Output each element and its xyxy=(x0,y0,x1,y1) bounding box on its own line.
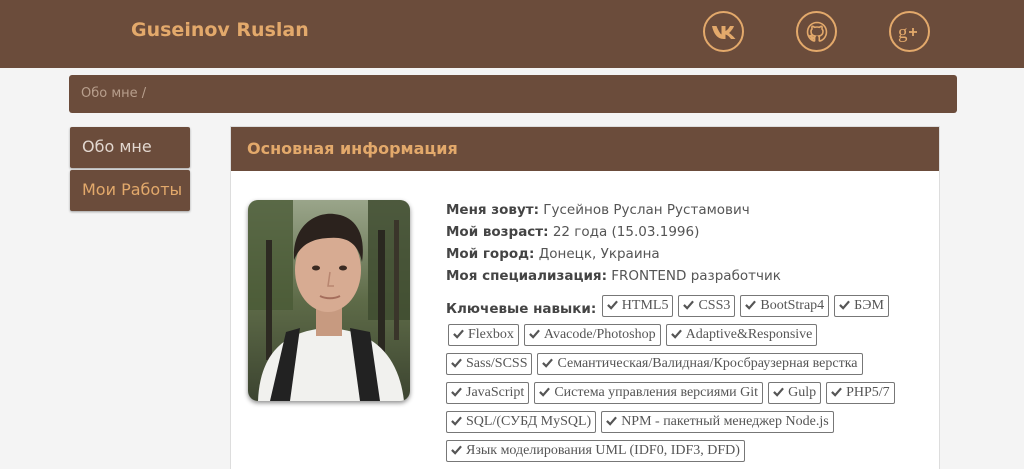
skill-label: Flexbox xyxy=(468,327,514,342)
skill-label: Sass/SCSS xyxy=(466,356,528,371)
skill-tag: Язык моделирования UML (IDF0, IDF3, DFD) xyxy=(446,440,745,462)
skill-tag: CSS3 xyxy=(678,295,736,317)
check-icon xyxy=(839,300,851,310)
skill-tag: Система управления версиями Git xyxy=(534,382,764,404)
check-icon xyxy=(529,329,540,339)
info-label: Мой возраст: xyxy=(446,224,549,240)
skill-label: NPM - пакетный менеджер Node.js xyxy=(621,414,829,429)
info-value: FRONTEND разработчик xyxy=(606,268,781,284)
skill-tag: HTML5 xyxy=(601,295,674,317)
github-icon xyxy=(806,21,827,42)
skill-label: BootStrap4 xyxy=(760,298,825,313)
info-value: 22 года (15.03.1996) xyxy=(548,224,700,240)
skill-label: Adaptive&Responsive xyxy=(685,327,813,342)
vk-icon xyxy=(711,25,735,39)
skill-label: HTML5 xyxy=(621,298,669,313)
check-icon xyxy=(451,416,462,426)
info-row-city: Мой город: Донецк, Украина xyxy=(446,243,936,265)
info-label: Моя специализация: xyxy=(446,268,607,284)
info-value: Гусейнов Руслан Рустамович xyxy=(538,202,750,218)
personal-info: Меня зовут: Гусейнов Руслан Рустамович М… xyxy=(446,199,936,469)
skill-label: Система управления версиями Git xyxy=(554,385,759,400)
skill-tag: Avacode/Photoshop xyxy=(523,324,661,346)
skill-tag: Gulp xyxy=(768,382,822,404)
check-icon xyxy=(451,445,462,455)
top-navbar: Guseinov Ruslan g xyxy=(0,0,1024,68)
info-row-age: Мой возраст: 22 года (15.03.1996) xyxy=(446,221,936,243)
sidebar-item-works[interactable]: Мои Работы xyxy=(70,170,190,211)
breadcrumb[interactable]: Обо мне / xyxy=(69,75,957,113)
skill-label: Семантическая/Валидная/Кросбраузерная ве… xyxy=(557,356,858,371)
check-icon xyxy=(745,300,757,310)
main-info-panel: Основная информация Меня зовут: Гусейнов… xyxy=(230,126,940,469)
check-icon xyxy=(451,358,462,368)
check-icon xyxy=(831,387,842,397)
skills-label: Ключевые навыки: xyxy=(446,301,597,317)
check-icon xyxy=(683,300,695,310)
skill-tag: PHP5/7 xyxy=(826,382,895,404)
check-icon xyxy=(453,329,464,339)
check-icon xyxy=(606,416,618,426)
skill-label: CSS3 xyxy=(698,298,731,313)
skill-label: SQL/(СУБД MySQL) xyxy=(466,414,592,429)
skills-tags: Flexbox Avacode/Photoshop Adaptive&Respons… xyxy=(446,324,900,462)
check-icon xyxy=(451,387,462,397)
panel-title: Основная информация xyxy=(231,127,939,171)
skill-label: БЭМ xyxy=(854,298,884,313)
skill-tag: БЭМ xyxy=(834,295,889,317)
skill-label: Gulp xyxy=(788,385,817,400)
check-icon xyxy=(542,358,554,368)
google-plus-icon: g xyxy=(898,22,917,43)
skill-tag: Sass/SCSS xyxy=(446,353,533,375)
skill-label: JavaScript xyxy=(466,385,525,400)
skill-tag: Семантическая/Валидная/Кросбраузерная ве… xyxy=(537,353,863,375)
skill-tag: NPM - пакетный менеджер Node.js xyxy=(601,411,834,433)
skill-tag: SQL/(СУБД MySQL) xyxy=(446,411,597,433)
profile-photo-illustration xyxy=(248,200,410,401)
skills-section: Ключевые навыки: HTML5 CSS3 BootStrap4 БЭМ … xyxy=(446,295,936,469)
check-icon xyxy=(606,300,618,310)
check-icon xyxy=(773,387,784,397)
skills-first-line: HTML5 CSS3 BootStrap4 БЭМ xyxy=(601,295,894,317)
skill-label: Avacode/Photoshop xyxy=(543,327,656,342)
sidebar-item-about[interactable]: Обо мне xyxy=(70,127,190,168)
brand-name[interactable]: Guseinov Ruslan xyxy=(131,19,309,41)
svg-text:g: g xyxy=(898,22,908,43)
info-value: Донецк, Украина xyxy=(534,246,660,262)
info-row-name: Меня зовут: Гусейнов Руслан Рустамович xyxy=(446,199,936,221)
skill-tag: Flexbox xyxy=(448,324,519,346)
info-label: Мой город: xyxy=(446,246,535,262)
info-row-specialization: Моя специализация: FRONTEND разработчик xyxy=(446,265,936,287)
check-icon xyxy=(670,329,682,339)
check-icon xyxy=(539,387,551,397)
skill-tag: BootStrap4 xyxy=(740,295,830,317)
skill-tag: Adaptive&Responsive xyxy=(665,324,818,346)
skill-tag: JavaScript xyxy=(446,382,530,404)
skill-label: PHP5/7 xyxy=(846,385,890,400)
github-link[interactable] xyxy=(796,11,837,52)
vk-link[interactable] xyxy=(703,11,744,52)
google-plus-link[interactable]: g xyxy=(889,11,930,52)
skill-label: Язык моделирования UML (IDF0, IDF3, DFD) xyxy=(466,443,740,458)
info-label: Меня зовут: xyxy=(446,202,539,218)
profile-photo xyxy=(248,200,410,401)
